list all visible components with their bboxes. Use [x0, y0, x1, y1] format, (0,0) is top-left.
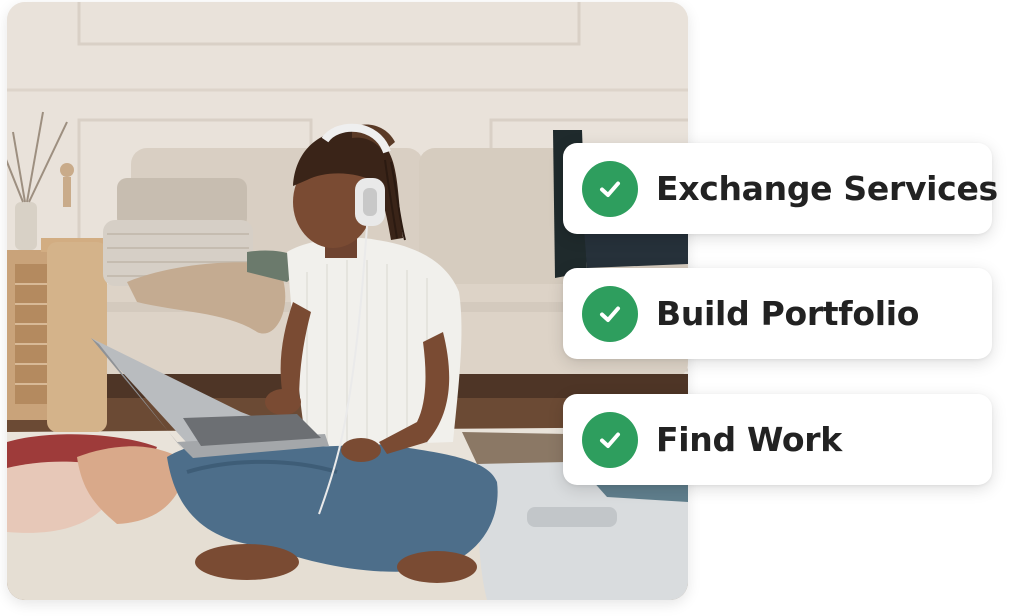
check-circle-icon	[582, 411, 638, 468]
feature-card-build-portfolio: Build Portfolio	[563, 268, 992, 359]
feature-label: Exchange Services	[656, 169, 998, 208]
feature-card-find-work: Find Work	[563, 394, 992, 485]
check-circle-icon	[582, 285, 638, 342]
feature-label: Build Portfolio	[656, 294, 920, 333]
feature-label: Find Work	[656, 420, 842, 459]
check-circle-icon	[582, 160, 638, 217]
hero-stage: Exchange Services Build Portfolio Find W…	[0, 0, 1032, 616]
feature-card-exchange-services: Exchange Services	[563, 143, 998, 234]
